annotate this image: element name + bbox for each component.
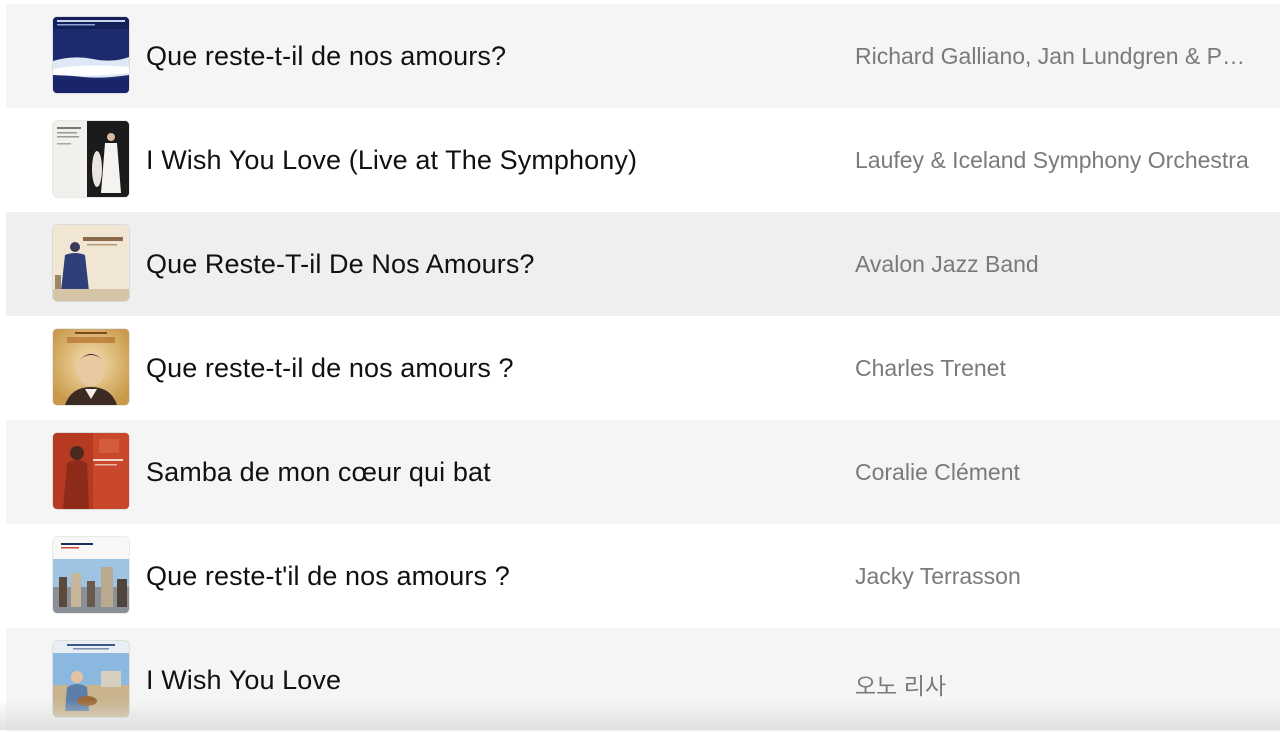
track-row[interactable]: Que reste-t-il de nos amours? Richard Ga…	[6, 4, 1280, 108]
track-row[interactable]: Que reste-t'il de nos amours ? Jacky Ter…	[6, 524, 1280, 628]
track-artist[interactable]: 오노 리사	[855, 667, 1255, 701]
track-row[interactable]: Que reste-t-il de nos amours ? Charles T…	[6, 316, 1280, 420]
album-art-avalon	[53, 225, 129, 301]
track-title: Samba de mon cœur qui bat	[146, 457, 491, 488]
track-artist[interactable]: Laufey & Iceland Symphony Orchestra	[855, 147, 1255, 174]
track-artist[interactable]: Jacky Terrasson	[855, 563, 1255, 590]
track-list: Que reste-t-il de nos amours? Richard Ga…	[6, 4, 1280, 732]
track-title: I Wish You Love	[146, 665, 341, 696]
album-art-ono-lisa	[53, 641, 129, 717]
album-art-laufey	[53, 121, 129, 197]
album-art-galliano	[53, 17, 129, 93]
track-row[interactable]: Samba de mon cœur qui bat Coralie Clémen…	[6, 420, 1280, 524]
track-title: Que reste-t-il de nos amours ?	[146, 353, 514, 384]
track-row[interactable]: I Wish You Love (Live at The Symphony) L…	[6, 108, 1280, 212]
track-artist[interactable]: Charles Trenet	[855, 355, 1255, 382]
track-title: Que Reste-T-il De Nos Amours?	[146, 249, 535, 280]
track-title: Que reste-t'il de nos amours ?	[146, 561, 510, 592]
album-art-trenet	[53, 329, 129, 405]
track-artist[interactable]: Richard Galliano, Jan Lundgren & Paolo F…	[855, 43, 1255, 70]
track-title: I Wish You Love (Live at The Symphony)	[146, 145, 637, 176]
track-row[interactable]: Que Reste-T-il De Nos Amours? Avalon Jaz…	[6, 212, 1280, 316]
album-art-terrasson	[53, 537, 129, 613]
track-artist[interactable]: Avalon Jazz Band	[855, 251, 1255, 278]
track-title: Que reste-t-il de nos amours?	[146, 41, 506, 72]
track-artist[interactable]: Coralie Clément	[855, 459, 1255, 486]
album-art-clement	[53, 433, 129, 509]
track-row[interactable]: I Wish You Love 오노 리사	[6, 628, 1280, 732]
